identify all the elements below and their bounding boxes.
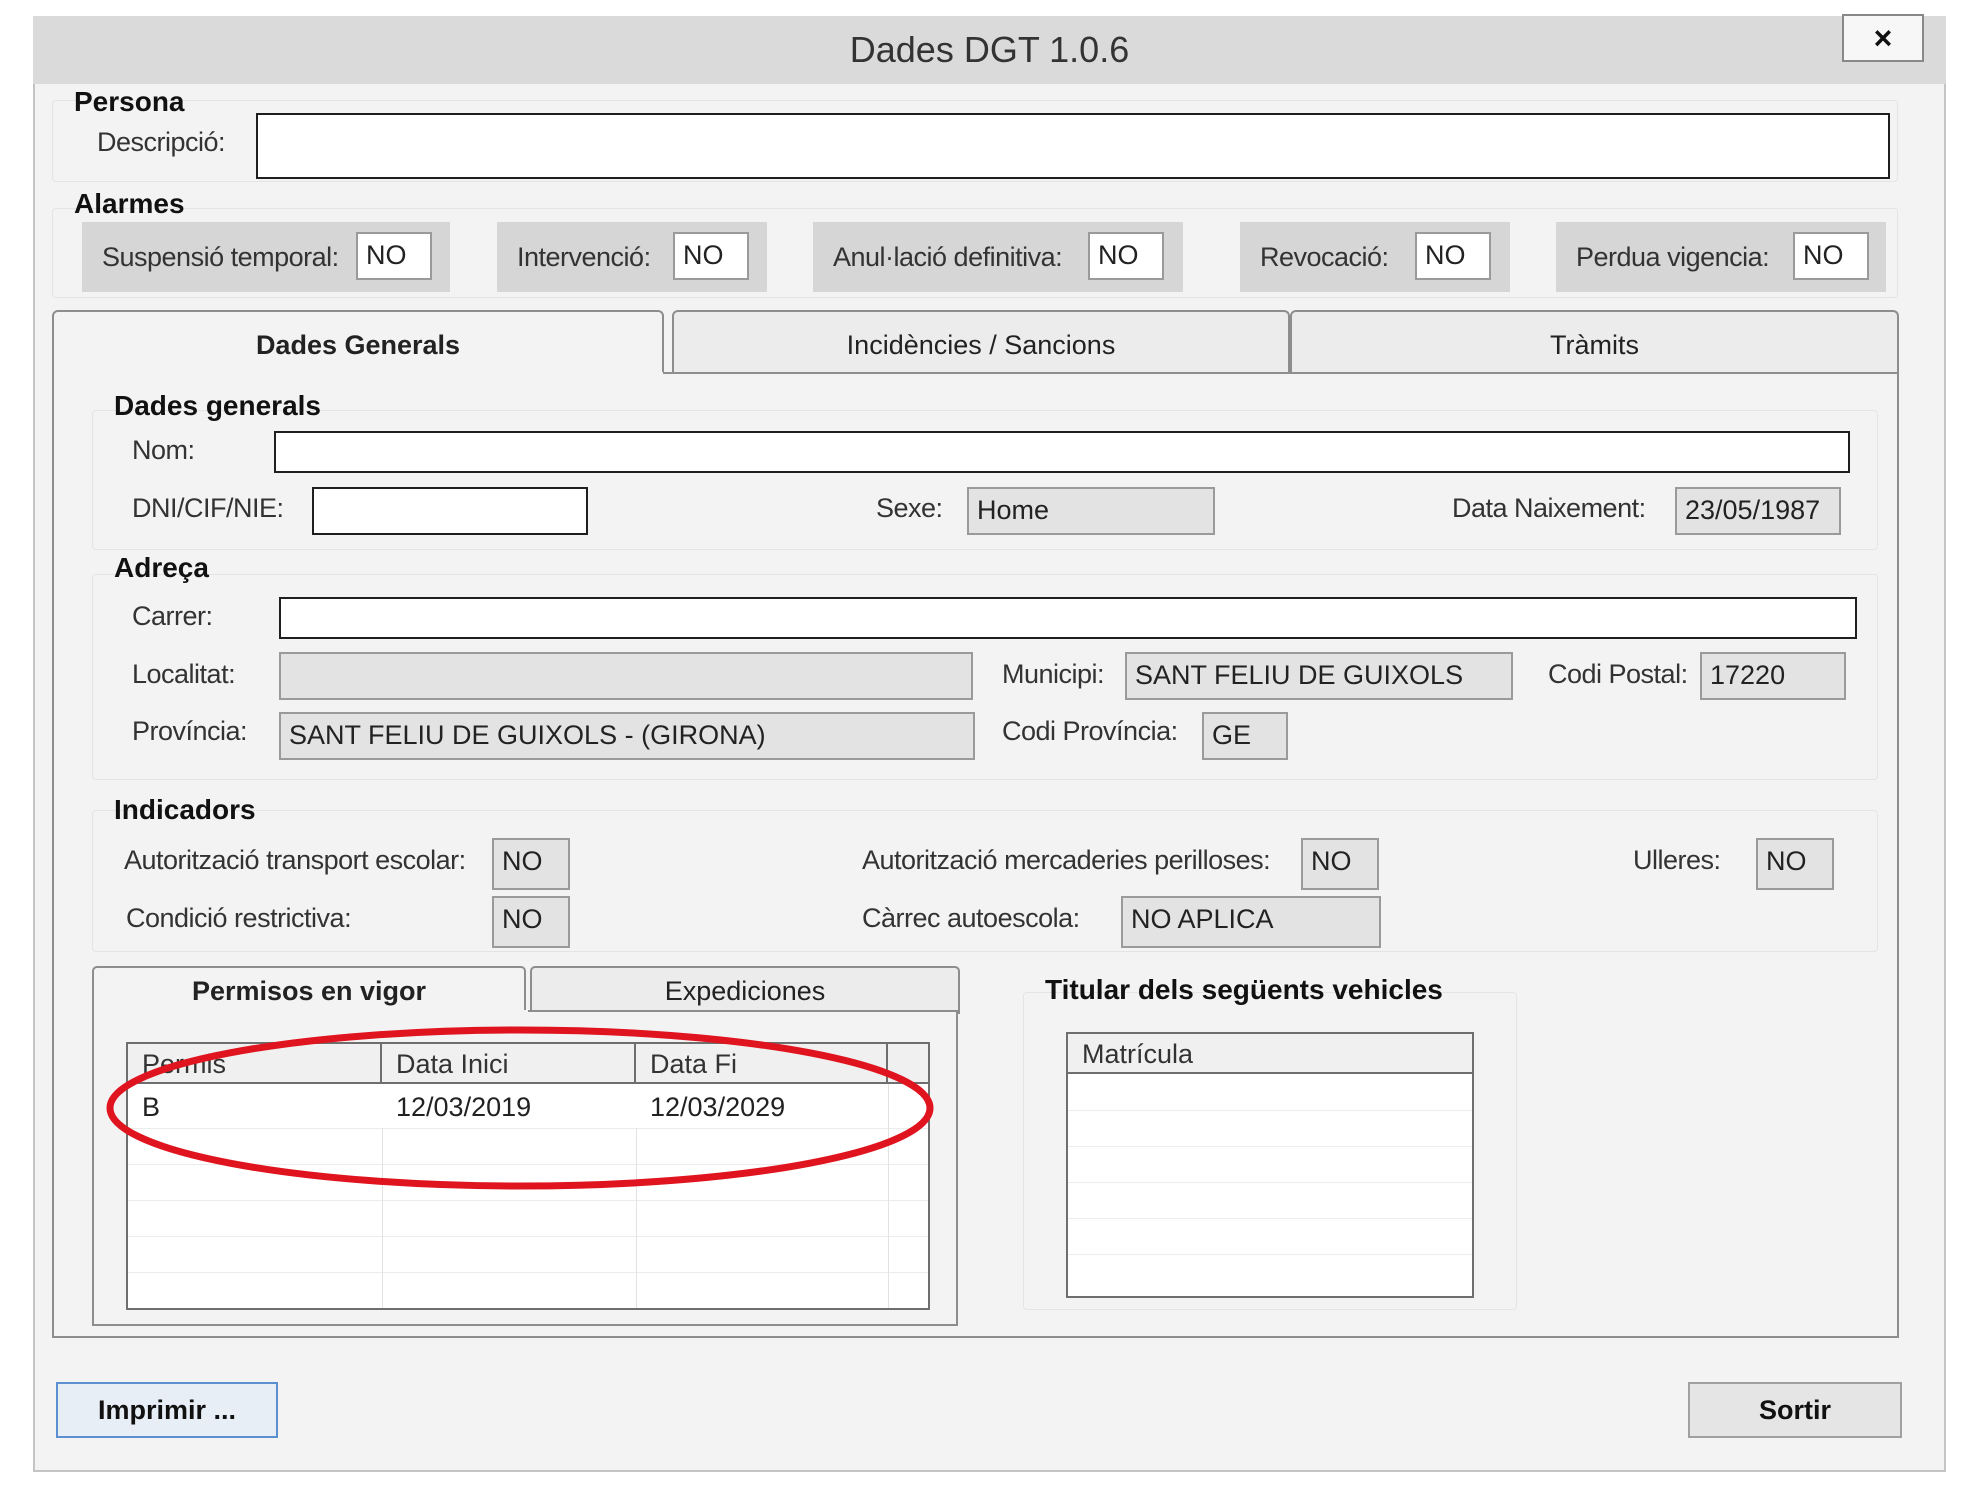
alarm-revocacio-value: NO: [1415, 232, 1491, 280]
window-title: Dades DGT 1.0.6: [849, 29, 1130, 70]
nom-field[interactable]: [274, 431, 1850, 473]
codi-postal-field: 17220: [1700, 652, 1846, 700]
highlight-ellipse: [106, 1026, 934, 1190]
vehicles-grid[interactable]: Matrícula: [1066, 1032, 1474, 1298]
row-divider: [128, 1236, 928, 1237]
mercaderies-label: Autorització mercaderies perilloses:: [862, 845, 1271, 875]
sexe-label: Sexe:: [876, 493, 943, 523]
alarm-intervencio-value: NO: [673, 232, 749, 280]
tab-tramits[interactable]: Tràmits: [1290, 310, 1899, 376]
dni-field[interactable]: [312, 487, 588, 535]
alarm-suspensio-value: NO: [356, 232, 432, 280]
descripcio-field[interactable]: [256, 113, 1890, 179]
provincia-label: Província:: [132, 716, 248, 746]
alarm-suspensio-label: Suspensió temporal:: [102, 242, 339, 272]
alarm-perdua-label: Perdua vigencia:: [1576, 242, 1770, 272]
mercaderies-field: NO: [1301, 838, 1379, 890]
tab-permisos-en-vigor[interactable]: Permisos en vigor: [92, 966, 526, 1014]
dni-label: DNI/CIF/NIE:: [132, 493, 284, 523]
municipi-field: SANT FELIU DE GUIXOLS: [1125, 652, 1513, 700]
indicadors-group-title: Indicadors: [114, 794, 256, 825]
permisos-panel-border: [528, 1010, 958, 1012]
row-divider: [1068, 1146, 1472, 1147]
alarm-revocacio-label: Revocació:: [1260, 242, 1389, 272]
alarm-anullacio-value: NO: [1088, 232, 1164, 280]
carrer-field[interactable]: [279, 597, 1857, 639]
transport-escolar-label: Autorització transport escolar:: [124, 845, 466, 875]
vehicles-group-title: Titular dels següents vehicles: [1045, 974, 1443, 1005]
naixement-field: 23/05/1987: [1675, 487, 1841, 535]
alarm-anullacio-label: Anul·lació definitiva:: [833, 242, 1063, 272]
alarm-intervencio-label: Intervenció:: [517, 242, 651, 272]
provincia-field: SANT FELIU DE GUIXOLS - (GIRONA): [279, 712, 975, 760]
codi-provincia-field: GE: [1202, 712, 1288, 760]
tab-dades-generals[interactable]: Dades Generals: [52, 310, 664, 376]
carrer-label: Carrer:: [132, 601, 213, 631]
localitat-label: Localitat:: [132, 659, 236, 689]
naixement-label: Data Naixement:: [1452, 493, 1646, 523]
condicio-field: NO: [492, 896, 570, 948]
ulleres-label: Ulleres:: [1633, 845, 1721, 875]
highlight-ellipse-shape: [106, 1026, 934, 1190]
codi-postal-label: Codi Postal:: [1548, 659, 1688, 689]
persona-group-title: Persona: [74, 86, 185, 117]
row-divider: [1068, 1218, 1472, 1219]
transport-escolar-field: NO: [492, 838, 570, 890]
carrec-field: NO APLICA: [1121, 896, 1381, 948]
ulleres-field: NO: [1756, 838, 1834, 890]
alarm-perdua-value: NO: [1793, 232, 1869, 280]
adreca-group-title: Adreça: [114, 552, 209, 583]
alarmes-group-title: Alarmes: [74, 188, 185, 219]
tab-incidencies-sancions[interactable]: Incidències / Sancions: [672, 310, 1290, 376]
carrec-label: Càrrec autoescola:: [862, 903, 1080, 933]
row-divider: [1068, 1182, 1472, 1183]
column-header-matricula[interactable]: Matrícula: [1068, 1034, 1472, 1074]
sortir-button[interactable]: Sortir: [1688, 1382, 1902, 1438]
row-divider: [128, 1200, 928, 1201]
close-button[interactable]: ×: [1842, 14, 1924, 62]
localitat-field: [279, 652, 973, 700]
condicio-label: Condició restrictiva:: [126, 903, 352, 933]
tab-expediciones[interactable]: Expediciones: [530, 966, 960, 1014]
nom-label: Nom:: [132, 435, 195, 465]
imprimir-button[interactable]: Imprimir ...: [56, 1382, 278, 1438]
dades-generals-group-title: Dades generals: [114, 390, 321, 421]
descripcio-label: Descripció:: [97, 127, 226, 157]
row-divider: [1068, 1254, 1472, 1255]
sexe-field: Home: [967, 487, 1215, 535]
codi-provincia-label: Codi Província:: [1002, 716, 1178, 746]
tab-panel-border: [663, 372, 1899, 374]
row-divider: [1068, 1110, 1472, 1111]
row-divider: [128, 1272, 928, 1273]
municipi-label: Municipi:: [1002, 659, 1105, 689]
